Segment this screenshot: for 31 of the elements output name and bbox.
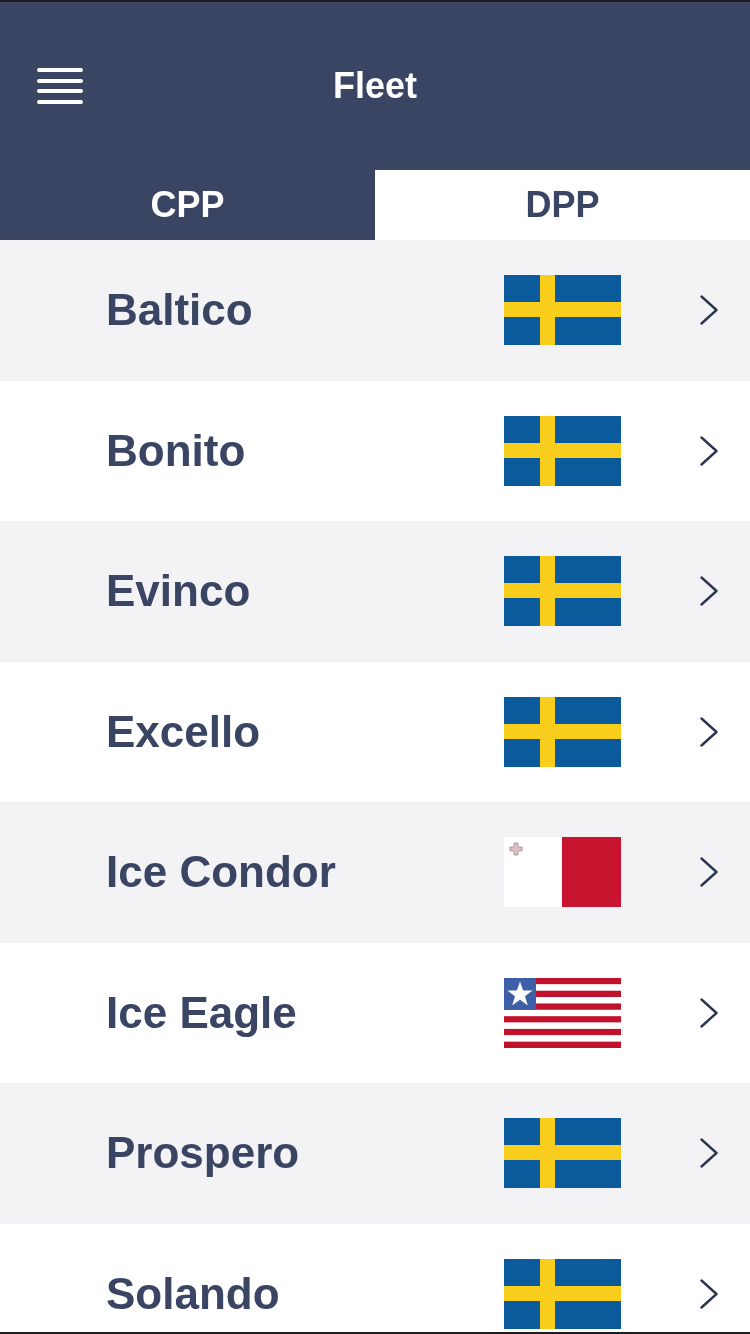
vessel-name: Baltico [106,288,254,333]
sweden-flag-icon [504,696,621,767]
malta-flag-icon [504,837,621,908]
chevron-right-icon [700,1278,718,1309]
liberia-flag-icon [504,977,621,1048]
sweden-flag-icon [504,1258,621,1329]
vessel-name: Excello [106,709,262,754]
vessel-list-item[interactable]: Ice Condor [0,802,750,943]
header-title: Fleet [333,68,417,104]
chevron-right-icon [700,1138,718,1169]
sweden-flag-icon [504,275,621,346]
sweden-flag-icon [504,556,621,627]
vessel-name: Bonito [106,428,247,473]
vessel-list-item[interactable]: Baltico [0,240,750,381]
chevron-right-icon [700,997,718,1028]
tab[interactable]: DPP [375,170,750,240]
vessel-name: Ice Eagle [106,990,298,1035]
menu-icon[interactable] [37,68,83,104]
vessel-list-item[interactable]: Evinco [0,521,750,662]
vessel-name: Evinco [106,569,252,614]
chevron-right-icon [700,716,718,747]
sweden-flag-icon [504,415,621,486]
vessel-list-item[interactable]: Prospero [0,1083,750,1224]
chevron-right-icon [700,295,718,326]
chevron-right-icon [700,857,718,888]
chevron-right-icon [700,435,718,466]
vessel-name: Solando [106,1271,281,1316]
vessel-name: Ice Condor [106,850,337,895]
vessel-name: Prospero [106,1131,301,1176]
chevron-right-icon [700,576,718,607]
sweden-flag-icon [504,1118,621,1189]
